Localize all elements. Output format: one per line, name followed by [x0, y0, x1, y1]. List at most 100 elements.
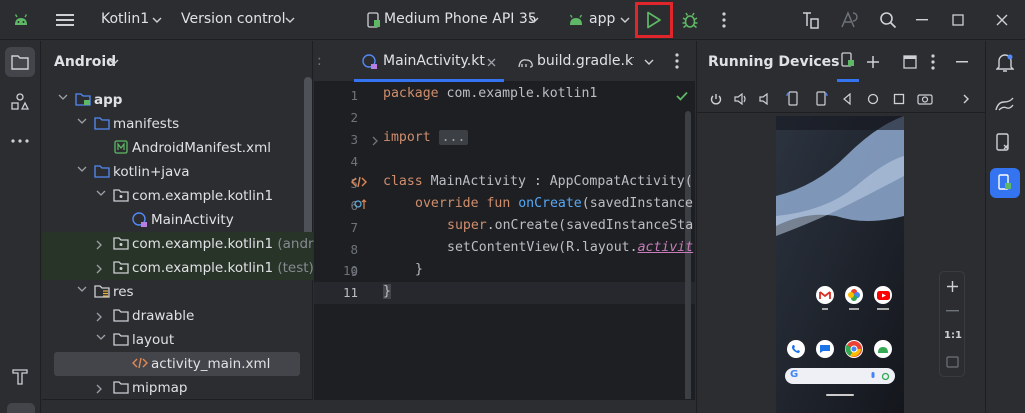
overview-icon[interactable]	[893, 93, 905, 105]
chevron-down-icon[interactable]	[280, 10, 300, 30]
mic-icon[interactable]	[870, 372, 876, 381]
chevron-down-icon[interactable]	[524, 10, 544, 30]
version-control-menu[interactable]: Version control	[181, 11, 285, 27]
gmail-app-icon[interactable]	[816, 286, 834, 304]
tree-item-mainactivity[interactable]: MainActivity	[42, 208, 313, 232]
photos-app-icon[interactable]	[845, 286, 863, 304]
device-tab[interactable]	[837, 52, 860, 82]
google-search-bar[interactable]: G	[785, 368, 895, 384]
power-icon[interactable]	[710, 93, 722, 105]
android-app-icon[interactable]	[874, 340, 892, 358]
minimize-icon[interactable]	[912, 10, 932, 30]
tree-item-mipmap[interactable]: mipmap	[42, 376, 313, 400]
resources-folder-icon	[94, 285, 110, 298]
tree-item-app[interactable]: app	[42, 88, 313, 112]
tree-item-package-test[interactable]: com.example.kotlin1 (test)	[42, 256, 314, 280]
more-actions-icon[interactable]	[714, 10, 734, 30]
main-menu-icon[interactable]	[55, 10, 75, 30]
sdk-manager-icon[interactable]	[840, 10, 860, 30]
chrome-app-icon[interactable]	[845, 340, 863, 358]
hide-panel-icon[interactable]	[956, 61, 968, 63]
tree-item-package[interactable]: com.example.kotlin1	[42, 184, 313, 208]
device-selector[interactable]: Medium Phone API 35	[384, 11, 537, 27]
zoom-out-icon[interactable]	[946, 310, 959, 312]
back-icon[interactable]	[842, 93, 852, 105]
youtube-app-icon[interactable]	[874, 286, 892, 304]
messages-app-icon[interactable]	[816, 340, 834, 358]
home-icon[interactable]	[867, 93, 879, 105]
chevron-down-icon	[77, 166, 87, 172]
notifications-bell-icon[interactable]	[996, 53, 1014, 73]
tree-item-drawable[interactable]: drawable	[42, 304, 313, 328]
project-view-selector[interactable]: Android	[54, 54, 116, 70]
running-devices-tool-button[interactable]	[990, 168, 1020, 198]
resource-manager-icon[interactable]	[11, 93, 29, 111]
package-folder-icon	[113, 237, 129, 250]
gesture-bar[interactable]	[826, 394, 854, 396]
fit-screen-icon[interactable]	[946, 356, 959, 368]
chevron-down-icon[interactable]	[109, 59, 119, 65]
screenshot-icon[interactable]	[917, 93, 933, 105]
tree-item-package-androidtest[interactable]: com.example.kotlin1 (android	[42, 232, 334, 256]
run-tool-button[interactable]	[7, 403, 35, 413]
tree-item-manifests[interactable]: manifests	[42, 112, 313, 136]
project-tool-button[interactable]	[5, 47, 35, 77]
android-studio-logo-icon[interactable]	[11, 10, 31, 30]
tree-item-layout[interactable]: layout	[42, 328, 313, 352]
phone-app-icon[interactable]	[787, 340, 805, 358]
android-app-icon[interactable]	[566, 10, 586, 30]
run-button[interactable]	[644, 10, 664, 30]
chevron-down-icon[interactable]	[615, 10, 635, 30]
active-tab-indicator	[837, 79, 859, 82]
rotate-right-icon[interactable]	[814, 91, 828, 107]
chevron-right-icon[interactable]	[963, 94, 971, 104]
volume-down-icon[interactable]	[759, 93, 771, 105]
chevron-down-icon	[77, 286, 87, 292]
editor-scrollbar[interactable]	[685, 111, 691, 411]
left-tool-strip	[0, 41, 41, 413]
layout-options-icon[interactable]	[903, 55, 917, 69]
folder-icon	[113, 309, 129, 322]
override-marker-icon[interactable]	[354, 198, 368, 210]
app-label	[822, 308, 828, 310]
project-name[interactable]: Kotlin1	[101, 11, 149, 27]
add-device-icon[interactable]	[866, 55, 880, 69]
tab-mainactivity[interactable]: MainActivity.kt	[354, 41, 504, 82]
chevron-down-icon[interactable]	[644, 59, 654, 65]
more-tools-icon[interactable]	[11, 139, 29, 143]
device-screen[interactable]: ​ G	[776, 116, 904, 413]
no-problems-check-icon[interactable]	[676, 91, 688, 101]
line-number: 2	[350, 110, 358, 125]
close-tab-icon[interactable]	[487, 58, 496, 67]
line-number: 11	[342, 285, 358, 300]
volume-up-icon[interactable]	[734, 93, 748, 105]
search-icon[interactable]	[878, 10, 898, 30]
zoom-controls: 1:1	[939, 271, 965, 377]
tree-item-androidmanifest[interactable]: AndroidManifest.xml	[42, 136, 313, 160]
gemini-icon[interactable]	[995, 96, 1015, 112]
folded-imports[interactable]: ...	[438, 130, 469, 145]
device-icon[interactable]	[364, 10, 384, 30]
build-icon[interactable]	[11, 368, 29, 386]
run-config-selector[interactable]: app	[589, 11, 615, 27]
tab-build-gradle[interactable]: build.gradle.kts	[514, 41, 634, 82]
debug-bug-icon[interactable]	[680, 10, 700, 30]
tree-item-kotlin-java[interactable]: kotlin+java	[42, 160, 313, 184]
zoom-in-icon[interactable]	[946, 280, 959, 293]
tree-item-res[interactable]: res	[42, 280, 313, 304]
close-icon[interactable]	[992, 10, 1012, 30]
more-actions-icon[interactable]	[931, 54, 935, 70]
device-file-explorer-icon[interactable]	[996, 133, 1014, 153]
rotate-left-icon[interactable]	[786, 91, 800, 107]
zoom-actual-size-button[interactable]: 1:1	[944, 330, 962, 341]
device-manager-icon[interactable]	[801, 10, 821, 30]
chevron-down-icon[interactable]	[147, 10, 167, 30]
maximize-icon[interactable]	[948, 10, 968, 30]
lens-icon[interactable]	[881, 372, 890, 381]
tree-item-activity-main[interactable]: activity_main.xml	[54, 352, 300, 376]
device-toolbar	[697, 85, 986, 113]
chevron-down-icon	[77, 118, 87, 124]
layout-file-icon[interactable]	[351, 176, 367, 188]
more-actions-icon[interactable]	[675, 53, 679, 69]
fold-chevron-icon[interactable]	[372, 136, 380, 146]
